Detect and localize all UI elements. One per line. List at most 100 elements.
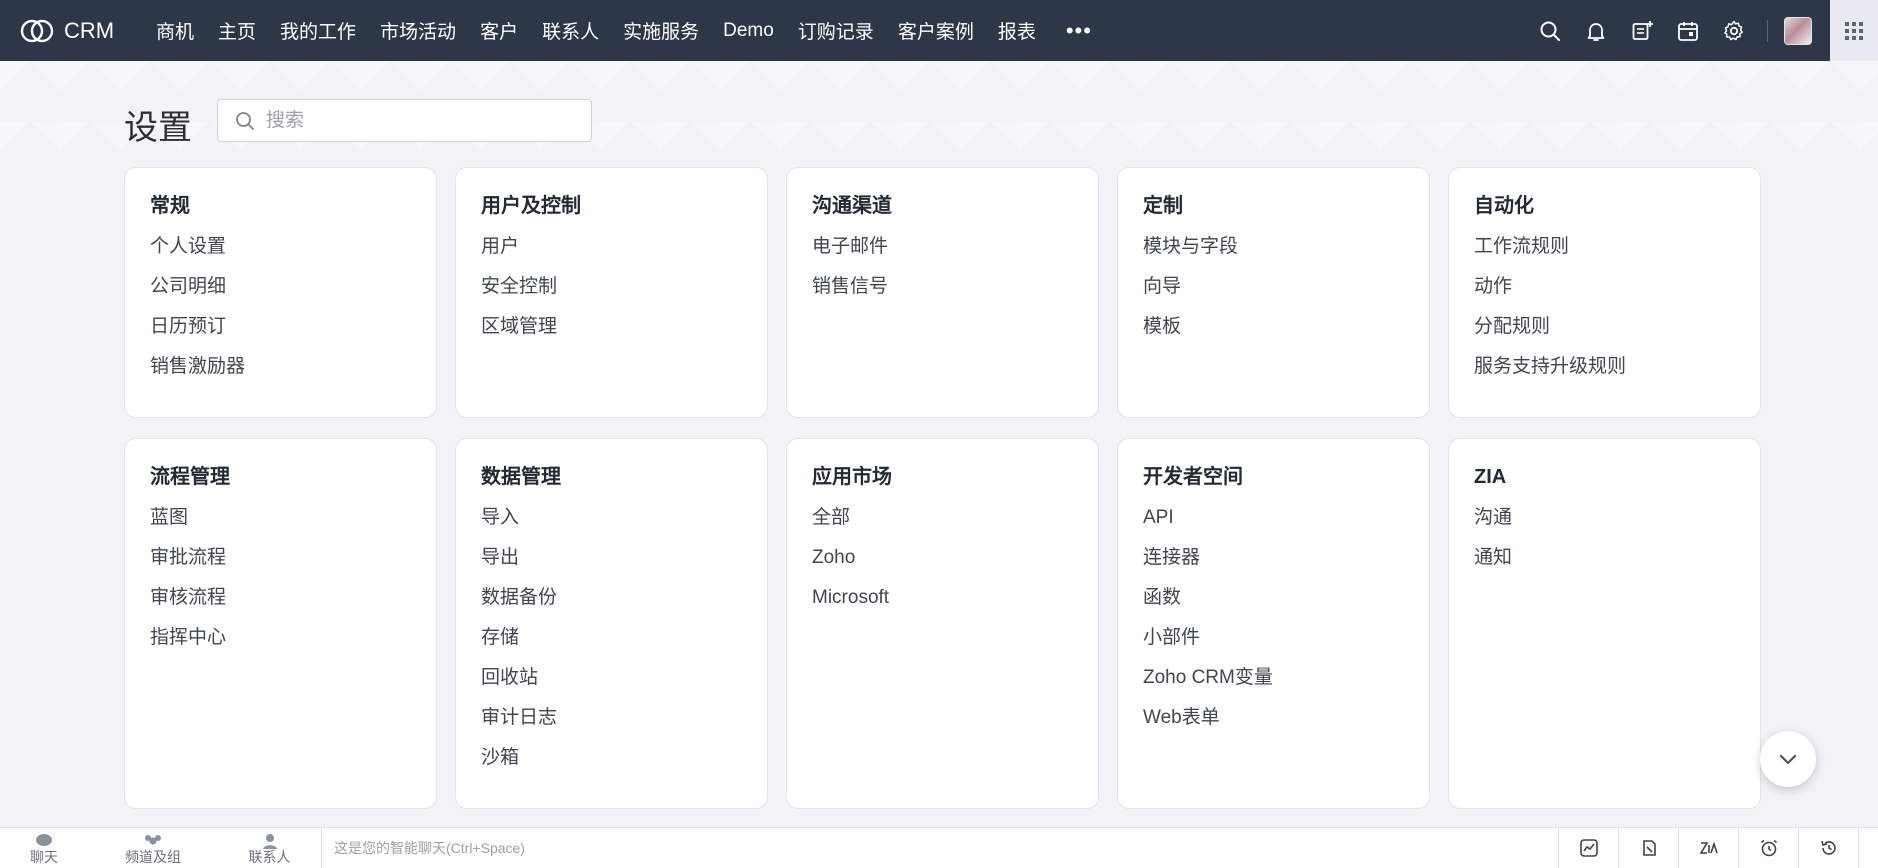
nav-tab-deals[interactable]: 商机 <box>144 0 206 61</box>
apps-button[interactable] <box>1830 0 1878 61</box>
link-zoho[interactable]: Zoho <box>812 547 1073 587</box>
link-storage[interactable]: 存储 <box>481 627 742 667</box>
nav-separator <box>1767 19 1768 42</box>
link-microsoft[interactable]: Microsoft <box>812 587 1073 627</box>
card-title: 应用市场 <box>812 466 892 488</box>
link-data-backup[interactable]: 数据备份 <box>481 587 742 627</box>
activity-button[interactable] <box>1558 828 1618 868</box>
card-title: 自动化 <box>1474 195 1534 217</box>
link-functions[interactable]: 函数 <box>1143 587 1404 627</box>
search-input[interactable] <box>266 109 566 132</box>
link-approval-process[interactable]: 审批流程 <box>150 547 411 587</box>
link-export[interactable]: 导出 <box>481 547 742 587</box>
nav-tab-reports[interactable]: 报表 <box>986 0 1048 61</box>
link-zia-notifications[interactable]: 通知 <box>1474 547 1735 587</box>
link-audit-log[interactable]: 审计日志 <box>481 707 742 747</box>
nav-more-button[interactable]: ••• <box>1048 18 1110 44</box>
link-users[interactable]: 用户 <box>481 236 742 276</box>
bell-icon <box>1587 22 1605 41</box>
link-api[interactable]: API <box>1143 507 1404 547</box>
card-customization: 定制 模块与字段 向导 模板 <box>1117 167 1430 418</box>
card-title: 开发者空间 <box>1143 466 1243 488</box>
link-assignment-rules[interactable]: 分配规则 <box>1474 316 1735 356</box>
card-title: 定制 <box>1143 195 1183 217</box>
bottom-contacts-button[interactable]: 联系人 <box>218 828 321 868</box>
crm-logo-icon <box>20 19 54 42</box>
card-automation: 自动化 工作流规则 动作 分配规则 服务支持升级规则 <box>1448 167 1761 418</box>
nav-tab-orders[interactable]: 订购记录 <box>786 0 886 61</box>
nav-tab-implementation[interactable]: 实施服务 <box>611 0 711 61</box>
settings-search[interactable] <box>217 99 592 142</box>
nav-tab-campaigns[interactable]: 市场活动 <box>368 0 468 61</box>
link-sales-motivator[interactable]: 销售激励器 <box>150 356 411 396</box>
link-all[interactable]: 全部 <box>812 507 1073 547</box>
card-users-control: 用户及控制 用户 安全控制 区域管理 <box>455 167 768 418</box>
activity-icon <box>1579 839 1598 857</box>
link-company-details[interactable]: 公司明细 <box>150 276 411 316</box>
nav-tab-cases[interactable]: 客户案例 <box>886 0 986 61</box>
card-zia: ZIA 沟通 通知 <box>1448 438 1761 809</box>
nav-right <box>1527 0 1878 61</box>
brand-name: CRM <box>64 17 115 43</box>
search-button[interactable] <box>1527 0 1573 61</box>
link-web-forms[interactable]: Web表单 <box>1143 707 1404 747</box>
link-sales-signals[interactable]: 销售信号 <box>812 276 1073 316</box>
card-marketplace: 应用市场 全部 Zoho Microsoft <box>786 438 1099 809</box>
link-zia-communication[interactable]: 沟通 <box>1474 507 1735 547</box>
page-title: 设置 <box>124 109 192 147</box>
nav-tab-demo[interactable]: Demo <box>711 0 786 61</box>
notes-button[interactable] <box>1618 828 1678 868</box>
link-import[interactable]: 导入 <box>481 507 742 547</box>
link-email[interactable]: 电子邮件 <box>812 236 1073 276</box>
link-wizards[interactable]: 向导 <box>1143 276 1404 316</box>
nav-tab-accounts[interactable]: 客户 <box>468 0 530 61</box>
link-review-process[interactable]: 审核流程 <box>150 587 411 627</box>
more-tools-button[interactable] <box>1858 828 1878 868</box>
gear-icon <box>1724 20 1743 40</box>
nav-tab-contacts[interactable]: 联系人 <box>530 0 611 61</box>
history-button[interactable] <box>1798 828 1858 868</box>
smart-chat-bar[interactable] <box>321 828 1558 868</box>
link-widgets[interactable]: 小部件 <box>1143 627 1404 667</box>
link-blueprint[interactable]: 蓝图 <box>150 507 411 547</box>
link-templates[interactable]: 模板 <box>1143 316 1404 356</box>
bottom-chat-button[interactable]: 聊天 <box>0 828 88 868</box>
history-icon <box>1820 840 1836 855</box>
notifications-button[interactable] <box>1573 0 1619 61</box>
scroll-down-button[interactable] <box>1760 731 1816 787</box>
add-note-button[interactable] <box>1619 0 1665 61</box>
link-security-control[interactable]: 安全控制 <box>481 276 742 316</box>
card-channels: 沟通渠道 电子邮件 销售信号 <box>786 167 1099 418</box>
smart-chat-input[interactable] <box>334 840 1234 856</box>
card-title: 常规 <box>150 195 190 217</box>
search-icon <box>236 111 254 130</box>
bottom-channels-button[interactable]: 频道及组 <box>88 828 218 868</box>
card-title: 沟通渠道 <box>812 195 892 217</box>
link-connectors[interactable]: 连接器 <box>1143 547 1404 587</box>
card-developer-space: 开发者空间 API 连接器 函数 小部件 Zoho CRM变量 Web表单 <box>1117 438 1430 809</box>
link-sandbox[interactable]: 沙箱 <box>481 747 742 787</box>
link-recycle-bin[interactable]: 回收站 <box>481 667 742 707</box>
calendar-button[interactable] <box>1665 0 1711 61</box>
link-modules-fields[interactable]: 模块与字段 <box>1143 236 1404 276</box>
link-workflow-rules[interactable]: 工作流规则 <box>1474 236 1735 276</box>
link-calendar-booking[interactable]: 日历预订 <box>150 316 411 356</box>
link-territory-management[interactable]: 区域管理 <box>481 316 742 356</box>
brand[interactable]: CRM <box>18 16 130 46</box>
settings-button[interactable] <box>1711 0 1757 61</box>
nav-tab-home[interactable]: 主页 <box>206 0 268 61</box>
top-nav: CRM 商机 主页 我的工作 市场活动 客户 联系人 实施服务 Demo 订购记… <box>0 0 1878 61</box>
search-icon <box>1540 21 1560 41</box>
settings-cards: 常规 个人设置 公司明细 日历预订 销售激励器 用户及控制 用户 安全控制 区域… <box>124 167 1762 809</box>
nav-tab-my-work[interactable]: 我的工作 <box>268 0 368 61</box>
link-crm-variables[interactable]: Zoho CRM变量 <box>1143 667 1404 707</box>
avatar[interactable] <box>1784 16 1812 45</box>
link-command-center[interactable]: 指挥中心 <box>150 627 411 667</box>
card-data-management: 数据管理 导入 导出 数据备份 存储 回收站 审计日志 沙箱 <box>455 438 768 809</box>
link-personal-settings[interactable]: 个人设置 <box>150 236 411 276</box>
alarm-button[interactable] <box>1738 828 1798 868</box>
link-escalation-rules[interactable]: 服务支持升级规则 <box>1474 356 1735 396</box>
link-actions[interactable]: 动作 <box>1474 276 1735 316</box>
zia-button[interactable] <box>1678 828 1738 868</box>
zia-icon <box>1699 841 1718 854</box>
